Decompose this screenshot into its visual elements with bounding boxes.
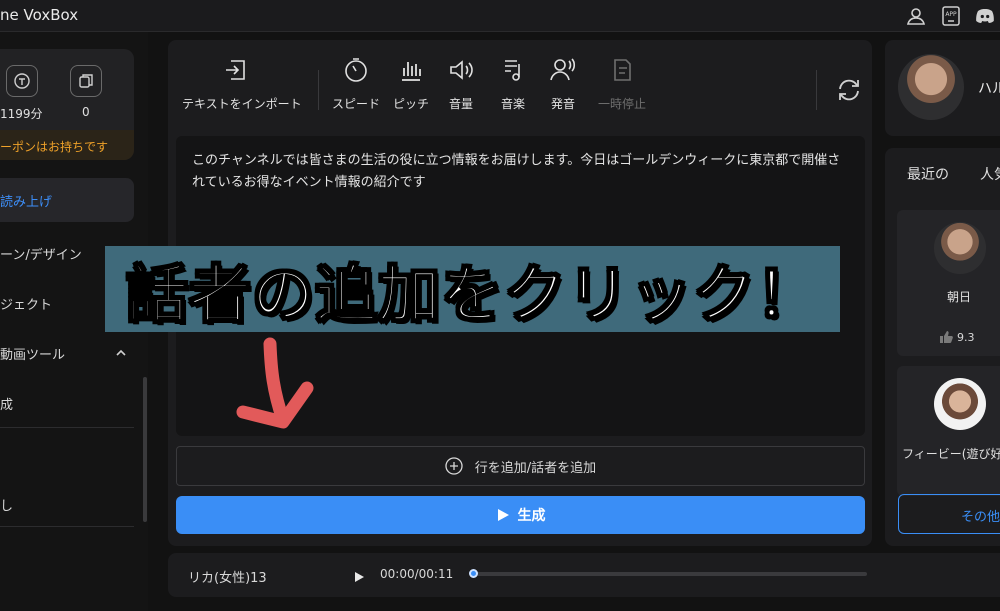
app-title: ne VoxBox	[0, 6, 79, 24]
voice-rating-value: 9.3	[957, 330, 975, 344]
import-icon	[226, 60, 245, 80]
music-label: 音楽	[500, 97, 525, 111]
play-icon	[497, 509, 509, 521]
play-icon[interactable]	[353, 568, 365, 587]
voice-card[interactable]: 朝日 9.3	[897, 210, 1000, 356]
voice-name: 朝日	[946, 290, 971, 304]
pronunciation-button[interactable]: 発音	[542, 56, 584, 112]
sidebar-item-project[interactable]: ジェクト	[0, 294, 52, 313]
toolbar-separator	[318, 70, 319, 110]
pitch-icon	[402, 62, 421, 81]
voice-avatar	[898, 54, 964, 120]
voice-avatar	[934, 222, 986, 274]
player-time: 00:00/00:11	[380, 567, 454, 581]
title-bar: ne VoxBox APP	[0, 0, 1000, 32]
speed-icon	[345, 58, 367, 82]
pitch-label: ピッチ	[392, 97, 429, 111]
sidebar-scrollbar[interactable]	[143, 377, 147, 522]
import-text-button[interactable]: テキストをインポート	[182, 56, 302, 112]
speaker-voice-icon	[550, 58, 576, 81]
add-row-label: 行を追加/話者を追加	[474, 460, 597, 476]
tab-popular[interactable]: 人気	[980, 164, 1000, 184]
sidebar-item-tts[interactable]: 読み上げ	[0, 178, 134, 222]
more-voices-button[interactable]: その他	[898, 494, 1000, 534]
voice-list-panel: 最近の 人気 朝日 9.3 フィービー(遊び好き その他	[885, 148, 1000, 546]
down-arrow-annotation	[225, 330, 325, 444]
svg-text:APP: APP	[945, 11, 957, 18]
tab-recent[interactable]: 最近の	[907, 164, 949, 184]
pronunciation-label: 発音	[550, 97, 575, 111]
progress-knob[interactable]	[469, 569, 478, 578]
audio-player: リカ(女性)13 00:00/00:11	[168, 553, 1000, 597]
voice-name: フィービー(遊び好き	[902, 447, 1000, 461]
app-icon[interactable]: APP	[940, 5, 962, 27]
voice-avatar	[934, 378, 986, 430]
player-voice-name: リカ(女性)13	[188, 571, 267, 586]
volume-icon	[450, 60, 473, 80]
generate-button[interactable]: 生成	[176, 496, 865, 534]
progress-track[interactable]	[469, 569, 867, 578]
pause-label: 一時停止	[597, 97, 646, 111]
music-button[interactable]: 音楽	[492, 56, 534, 112]
voice-card[interactable]: フィービー(遊び好き	[897, 366, 1000, 496]
sidebar-subitem-create[interactable]: 成	[0, 394, 13, 413]
import-label: テキストをインポート	[182, 97, 302, 111]
sidebar-divider	[0, 526, 134, 527]
sidebar-item-voice-design[interactable]: ーン/デザイン	[0, 244, 82, 263]
plus-circle-icon	[445, 457, 463, 475]
user-icon[interactable]	[905, 5, 927, 27]
sidebar-item-video-tools[interactable]: 動画ツール	[0, 344, 65, 363]
toolbar-separator	[816, 70, 817, 110]
speed-button[interactable]: スピード	[330, 56, 382, 112]
volume-label: 音量	[448, 97, 473, 111]
sidebar-divider	[0, 427, 134, 428]
pause-insert-icon	[614, 59, 631, 81]
refresh-icon[interactable]	[835, 76, 863, 108]
voice-rating: 9.3	[939, 330, 975, 344]
annotation-banner: 話者の追加をクリック！	[105, 246, 840, 332]
pause-button[interactable]: 一時停止	[592, 56, 652, 112]
profile-name: ハル	[978, 81, 1000, 97]
discord-icon[interactable]	[974, 5, 996, 27]
music-icon	[505, 60, 520, 81]
add-row-speaker-button[interactable]: 行を追加/話者を追加	[176, 446, 865, 486]
copy-quota-value: 0	[82, 105, 90, 119]
pitch-button[interactable]: ピッチ	[388, 56, 434, 112]
text-quota-value: 1199分	[0, 107, 43, 121]
volume-button[interactable]: 音量	[440, 56, 482, 112]
copy-quota-icon	[70, 65, 102, 97]
generate-label: 生成	[517, 508, 546, 524]
text-quota-icon	[6, 65, 38, 97]
thumbs-up-icon	[940, 331, 953, 343]
quota-card: 1199分 0 ーポンはお持ちです	[0, 49, 134, 160]
coupon-notice[interactable]: ーポンはお持ちです	[0, 130, 134, 160]
speed-label: スピード	[331, 97, 380, 111]
current-voice-profile[interactable]: ハル	[885, 40, 1000, 136]
sidebar-subitem-other[interactable]: し	[0, 495, 13, 514]
chevron-up-icon[interactable]	[114, 345, 128, 364]
